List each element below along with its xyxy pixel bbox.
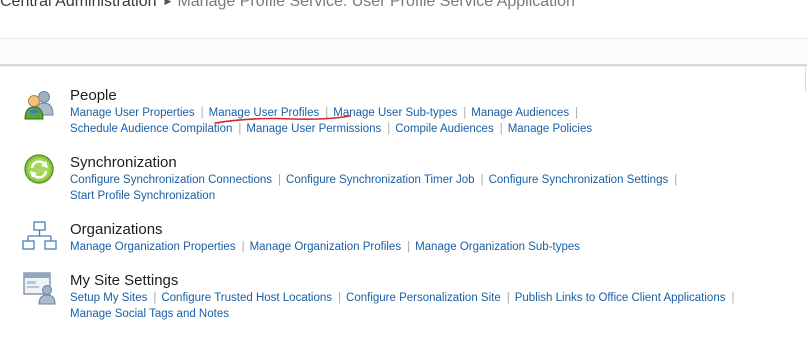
breadcrumb-current: Manage Profile Service: User Profile Ser… (177, 0, 575, 10)
link-separator: | (674, 174, 678, 186)
link-publish-links-office-client[interactable]: Publish Links to Office Client Applicati… (515, 292, 726, 304)
mysite-links-row-2: Manage Social Tags and Notes (70, 306, 229, 322)
link-separator: | (200, 107, 204, 119)
link-configure-personalization-site[interactable]: Configure Personalization Site (346, 292, 501, 304)
link-manage-social-tags-notes[interactable]: Manage Social Tags and Notes (70, 308, 229, 320)
link-separator: | (731, 292, 735, 304)
org-links-row-1: Manage Organization Properties | Manage Or… (70, 239, 580, 255)
sync-links-row-1: Configure Synchronization Connections | Co… (70, 172, 682, 188)
link-separator: | (463, 107, 467, 119)
right-edge-divider (805, 66, 806, 92)
link-configure-sync-connections[interactable]: Configure Synchronization Connections (70, 174, 272, 186)
link-separator: | (480, 174, 484, 186)
sync-icon (22, 153, 58, 187)
link-configure-trusted-host-locations[interactable]: Configure Trusted Host Locations (161, 292, 332, 304)
section-title-my-site-settings: My Site Settings (70, 272, 179, 289)
breadcrumb-root-link[interactable]: Central Administration (0, 0, 157, 10)
section-title-people: People (70, 87, 117, 104)
annotation-underline (214, 115, 351, 124)
link-manage-org-properties[interactable]: Manage Organization Properties (70, 241, 236, 253)
people-icon (22, 88, 58, 122)
link-manage-org-profiles[interactable]: Manage Organization Profiles (250, 241, 402, 253)
mysite-links-row-1: Setup My Sites | Configure Trusted Host Lo… (70, 290, 739, 306)
org-chart-icon (22, 220, 58, 254)
link-manage-org-sub-types[interactable]: Manage Organization Sub-types (415, 241, 580, 253)
link-separator: | (506, 292, 510, 304)
my-site-settings-icon (22, 271, 58, 305)
link-separator: | (499, 123, 503, 135)
link-separator: | (575, 107, 579, 119)
link-compile-audiences[interactable]: Compile Audiences (395, 123, 493, 135)
link-separator: | (278, 174, 282, 186)
link-configure-sync-settings[interactable]: Configure Synchronization Settings (489, 174, 669, 186)
section-title-synchronization: Synchronization (70, 154, 177, 171)
link-separator: | (407, 241, 411, 253)
link-manage-audiences[interactable]: Manage Audiences (471, 107, 569, 119)
header-divider (0, 64, 807, 67)
link-schedule-audience-compilation[interactable]: Schedule Audience Compilation (70, 123, 232, 135)
breadcrumb: Central Administration ▶ Manage Profile Se… (0, 0, 575, 15)
breadcrumb-arrow-icon: ▶ (164, 0, 172, 6)
link-start-profile-sync[interactable]: Start Profile Synchronization (70, 190, 215, 202)
link-manage-user-properties[interactable]: Manage User Properties (70, 107, 195, 119)
link-manage-policies[interactable]: Manage Policies (508, 123, 592, 135)
link-separator: | (153, 292, 157, 304)
link-setup-my-sites[interactable]: Setup My Sites (70, 292, 147, 304)
section-title-organizations: Organizations (70, 221, 163, 238)
header-band (0, 38, 807, 65)
link-separator: | (338, 292, 342, 304)
link-configure-sync-timer-job[interactable]: Configure Synchronization Timer Job (286, 174, 475, 186)
link-separator: | (387, 123, 391, 135)
link-separator: | (241, 241, 245, 253)
sync-links-row-2: Start Profile Synchronization (70, 188, 215, 204)
